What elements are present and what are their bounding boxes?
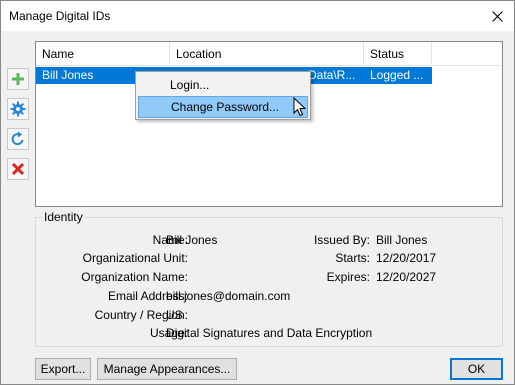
column-header-status[interactable]: Status (364, 42, 432, 66)
email-value: bill.jones@domain.com (166, 289, 291, 303)
identity-legend: Identity (42, 210, 85, 224)
mouse-cursor-icon (293, 97, 307, 117)
org-name-label: Organization Name: (81, 270, 188, 284)
expires-value: 12/20/2027 (376, 270, 437, 284)
country-value: US (166, 308, 183, 322)
window-title: Manage Digital IDs (9, 9, 111, 23)
cell-status: Logged ... (370, 68, 424, 82)
digital-id-list[interactable]: Name Location Status Bill Jones Data\R..… (35, 41, 503, 207)
close-button[interactable] (480, 1, 514, 31)
plus-icon (12, 73, 24, 85)
name-value: Bill Jones (166, 233, 218, 247)
list-header: Name Location Status (36, 42, 502, 66)
menu-item-login[interactable]: Login... (138, 74, 308, 96)
gear-icon (10, 101, 26, 117)
identity-group: Identity Name: Bill Jones Organizational… (35, 210, 503, 347)
settings-button[interactable] (7, 98, 29, 120)
ok-button[interactable]: OK (450, 358, 503, 380)
cell-location: Data\R... (308, 68, 356, 82)
expires-label: Expires: (326, 270, 370, 284)
context-menu: Login... Change Password... (135, 71, 311, 120)
refresh-button[interactable] (7, 128, 29, 150)
manage-appearances-button[interactable]: Manage Appearances... (97, 358, 237, 380)
issued-by-value: Bill Jones (376, 233, 428, 247)
menu-item-change-password[interactable]: Change Password... (138, 96, 308, 118)
refresh-icon (11, 131, 24, 146)
manage-digital-ids-dialog: Manage Digital IDs Name Location Status … (0, 0, 515, 385)
column-header-location[interactable]: Location (170, 42, 364, 66)
export-button[interactable]: Export... (35, 358, 91, 380)
delete-id-button[interactable] (7, 158, 29, 180)
org-unit-label: Organizational Unit: (82, 251, 188, 265)
add-id-button[interactable] (7, 68, 29, 90)
usage-value: Digital Signatures and Data Encryption (166, 326, 373, 340)
delete-x-icon (11, 162, 25, 176)
starts-label: Starts: (335, 251, 370, 265)
title-bar: Manage Digital IDs (1, 1, 514, 31)
issued-by-label: Issued By: (313, 233, 370, 247)
close-icon (491, 10, 503, 22)
column-header-name[interactable]: Name (36, 42, 170, 66)
starts-value: 12/20/2017 (376, 251, 437, 265)
